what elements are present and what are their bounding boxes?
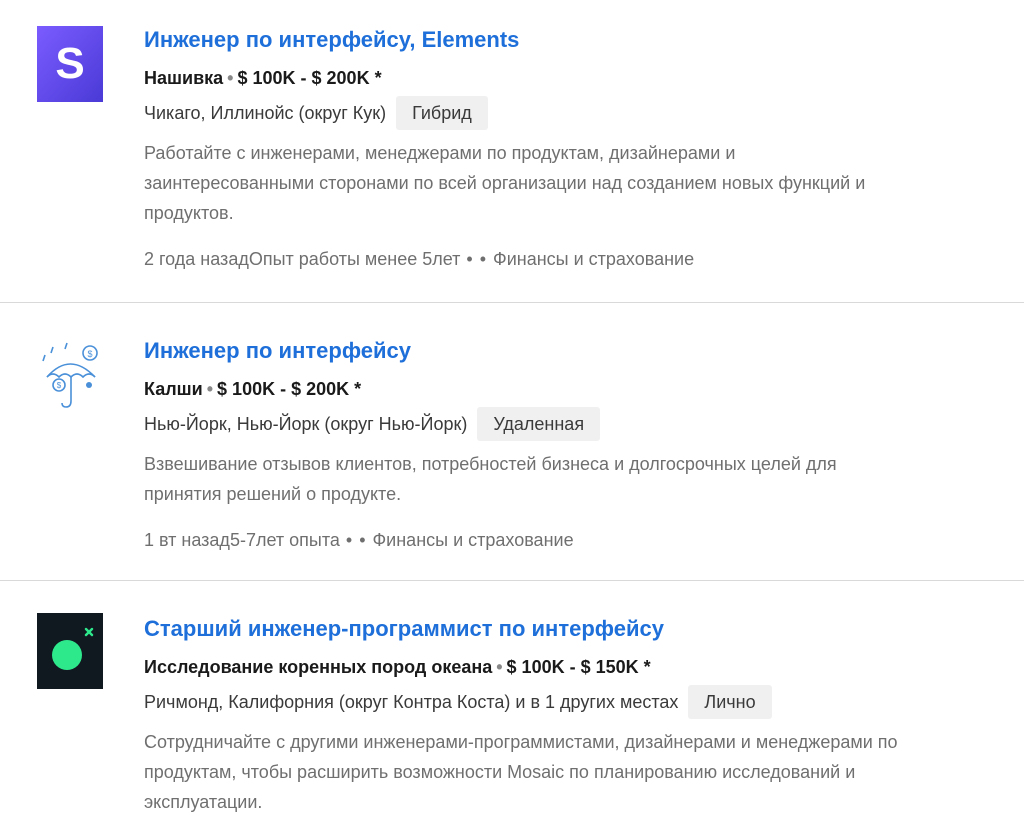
company-name[interactable]: Нашивка (144, 68, 223, 88)
posted-time: 1 вт назад (144, 530, 230, 550)
experience: Опыт работы менее 5лет (248, 249, 461, 269)
job-title-link[interactable]: Инженер по интерфейсу, Elements (144, 26, 1004, 54)
location: Нью-Йорк, Нью-Йорк (округ Нью-Йорк) (144, 414, 468, 434)
work-type-badge: Удаленная (477, 407, 601, 441)
experience: 5-7лет опыта (229, 530, 340, 550)
work-type-badge: Лично (688, 685, 772, 719)
job-description: Сотрудничайте с другими инженерами-прогр… (144, 732, 898, 812)
job-content: Старший инженер-программист по интерфейс… (144, 615, 1004, 817)
svg-text:$: $ (57, 381, 62, 390)
svg-text:$: $ (87, 349, 92, 359)
job-content: Инженер по интерфейсу, Elements Нашивка •… (144, 26, 1004, 274)
job-content: Инженер по интерфейсу Калши • $ 100K - $ 2… (144, 337, 1004, 555)
job-footer: 1 вт назад5-7лет опыта • • Финансы и страх… (144, 525, 1004, 555)
location: Чикаго, Иллинойс (округ Кук) (144, 103, 387, 123)
salary: $ 100K - $ 150K * (506, 657, 651, 677)
salary: $ 100K - $ 200K * (237, 68, 382, 88)
company-logo[interactable] (37, 613, 103, 689)
footer-dots: • • (466, 249, 488, 269)
industry: Финансы и страхование (493, 249, 695, 269)
company-name[interactable]: Исследование коренных пород океана (144, 657, 492, 677)
job-description: Работайте с инженерами, менеджерами по п… (144, 143, 866, 223)
work-type-badge: Гибрид (396, 96, 488, 130)
company-name[interactable]: Калши (144, 379, 203, 399)
umbrella-logo-icon[interactable]: $ $ (37, 337, 103, 417)
company-salary-row: Нашивка • $ 100K - $ 200K * (144, 66, 1004, 90)
job-card[interactable]: Старший инженер-программист по интерфейс… (0, 581, 1024, 826)
job-footer: 2 года назадОпыт работы менее 5лет • • Фин… (144, 244, 1004, 274)
footer-dots: • • (345, 530, 367, 550)
job-card[interactable]: $ $ Инженер по интерфейсу Калши • $ 100K -… (0, 303, 1024, 580)
company-salary-row: Исследование коренных пород океана • $ 100… (144, 655, 1004, 679)
job-description: Взвешивание отзывов клиентов, потребност… (144, 454, 837, 504)
posted-time: 2 года назад (144, 249, 249, 269)
company-salary-row: Калши • $ 100K - $ 200K * (144, 377, 1004, 401)
location-row: Чикаго, Иллинойс (округ Кук) Гибрид (144, 96, 1004, 130)
location: Ричмонд, Калифорния (округ Контра Коста)… (144, 692, 679, 712)
logo-letter: S (55, 39, 84, 88)
separator: • (496, 657, 503, 677)
job-title-link[interactable]: Инженер по интерфейсу (144, 337, 1004, 365)
location-row: Ричмонд, Калифорния (округ Контра Коста)… (144, 685, 1004, 719)
job-list: S Инженер по интерфейсу, Elements Нашивк… (0, 0, 1024, 826)
industry: Финансы и страхование (372, 530, 574, 550)
job-title-link[interactable]: Старший инженер-программист по интерфейс… (144, 615, 1004, 643)
separator: • (227, 68, 234, 88)
company-logo[interactable]: S (37, 26, 103, 102)
location-row: Нью-Йорк, Нью-Йорк (округ Нью-Йорк) Удале… (144, 407, 1004, 441)
salary: $ 100K - $ 200K * (217, 379, 362, 399)
separator: • (206, 379, 214, 399)
job-card[interactable]: S Инженер по интерфейсу, Elements Нашивк… (0, 0, 1024, 302)
